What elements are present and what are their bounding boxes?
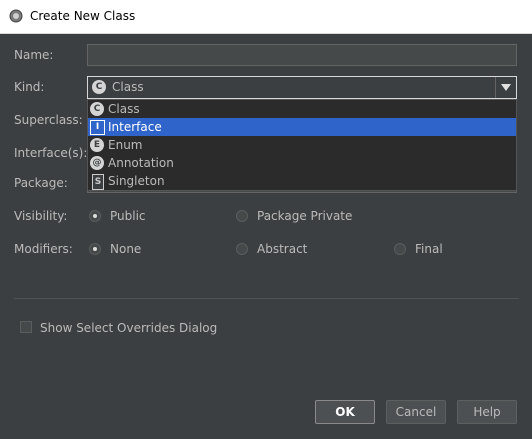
modifier-none-radio[interactable] [89,243,101,255]
kind-option-interface[interactable]: I Interface [88,118,516,136]
show-overrides-checkbox[interactable] [20,321,32,333]
name-label: Name: [14,48,54,62]
title-bar[interactable]: Create New Class [0,0,532,34]
class-icon: C [92,80,106,94]
chevron-down-icon [501,84,511,91]
kind-selected-value: Class [112,80,144,94]
annotation-icon: @ [90,156,104,170]
kind-option-singleton[interactable]: S Singleton [88,172,516,190]
show-overrides-label[interactable]: Show Select Overrides Dialog [40,321,217,335]
kind-popup-list[interactable]: C Class I Interface E Enum @ Annotation … [87,99,517,191]
modifier-abstract-radio[interactable] [236,243,248,255]
visibility-package-private-radio[interactable] [236,210,248,222]
enum-icon: E [90,138,104,152]
singleton-icon: S [92,174,104,190]
ok-button[interactable]: OK [315,400,375,424]
visibility-package-private-label[interactable]: Package Private [257,209,352,223]
visibility-public-label[interactable]: Public [110,209,146,223]
interface-icon: I [90,120,105,135]
cancel-button[interactable]: Cancel [386,400,446,424]
separator [14,298,519,299]
package-label: Package: [14,176,68,190]
kind-dropdown-arrow[interactable] [495,77,516,98]
class-icon: C [90,102,104,116]
modifier-final-label[interactable]: Final [415,242,443,256]
visibility-label: Visibility: [14,209,68,223]
name-input[interactable] [87,44,517,66]
interfaces-label: Interface(s): [14,146,88,160]
superclass-label: Superclass: [14,113,83,127]
modifier-abstract-label[interactable]: Abstract [257,242,307,256]
kind-option-annotation[interactable]: @ Annotation [88,154,516,172]
dialog-body: Name: Kind: C Class Superclass: Interfac… [0,34,532,439]
kind-label: Kind: [14,80,45,94]
kind-option-enum[interactable]: E Enum [88,136,516,154]
help-button[interactable]: Help [457,400,517,424]
modifier-final-radio[interactable] [394,243,406,255]
modifier-none-label[interactable]: None [110,242,141,256]
kind-option-class[interactable]: C Class [88,100,516,118]
window-title: Create New Class [30,9,136,23]
modifiers-label: Modifiers: [14,242,73,256]
kind-combo[interactable]: C Class [87,76,517,99]
app-icon [9,9,23,23]
visibility-public-radio[interactable] [89,210,101,222]
